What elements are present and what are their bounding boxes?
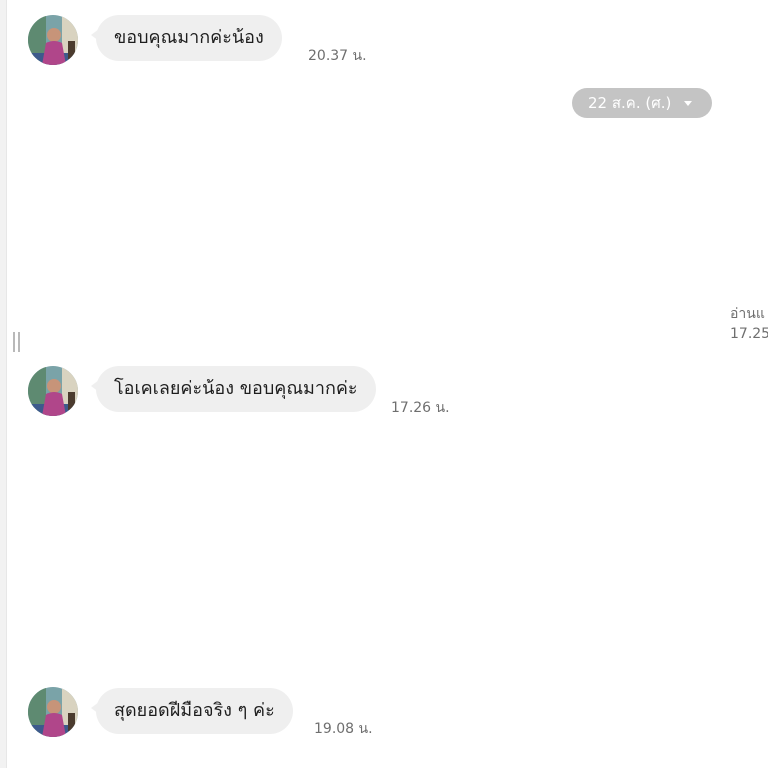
date-separator-dropdown[interactable]: 22 ส.ค. (ศ.) [572,88,712,118]
message-timestamp: 19.08 น. [314,721,373,737]
caret-down-icon [684,101,692,106]
message-timestamp: 20.37 น. [308,48,367,64]
avatar[interactable] [28,366,78,416]
read-time: 17.25 [730,326,768,342]
message-bubble[interactable]: ขอบคุณมากค่ะน้อง [91,15,282,61]
left-panel-edge [0,0,7,768]
read-receipt: อ่านแ 17.25 [730,304,768,344]
message-bubble[interactable]: สุดยอดฝีมือจริง ๆ ค่ะ [91,688,293,734]
avatar[interactable] [28,687,78,737]
message-bubble[interactable]: โอเคเลยค่ะน้อง ขอบคุณมากค่ะ [91,366,376,412]
message-timestamp: 17.26 น. [391,400,450,416]
date-separator-label: 22 ส.ค. (ศ.) [588,94,672,112]
avatar[interactable] [28,15,78,65]
resize-handle[interactable] [13,332,21,352]
read-status: อ่านแ [730,306,765,322]
